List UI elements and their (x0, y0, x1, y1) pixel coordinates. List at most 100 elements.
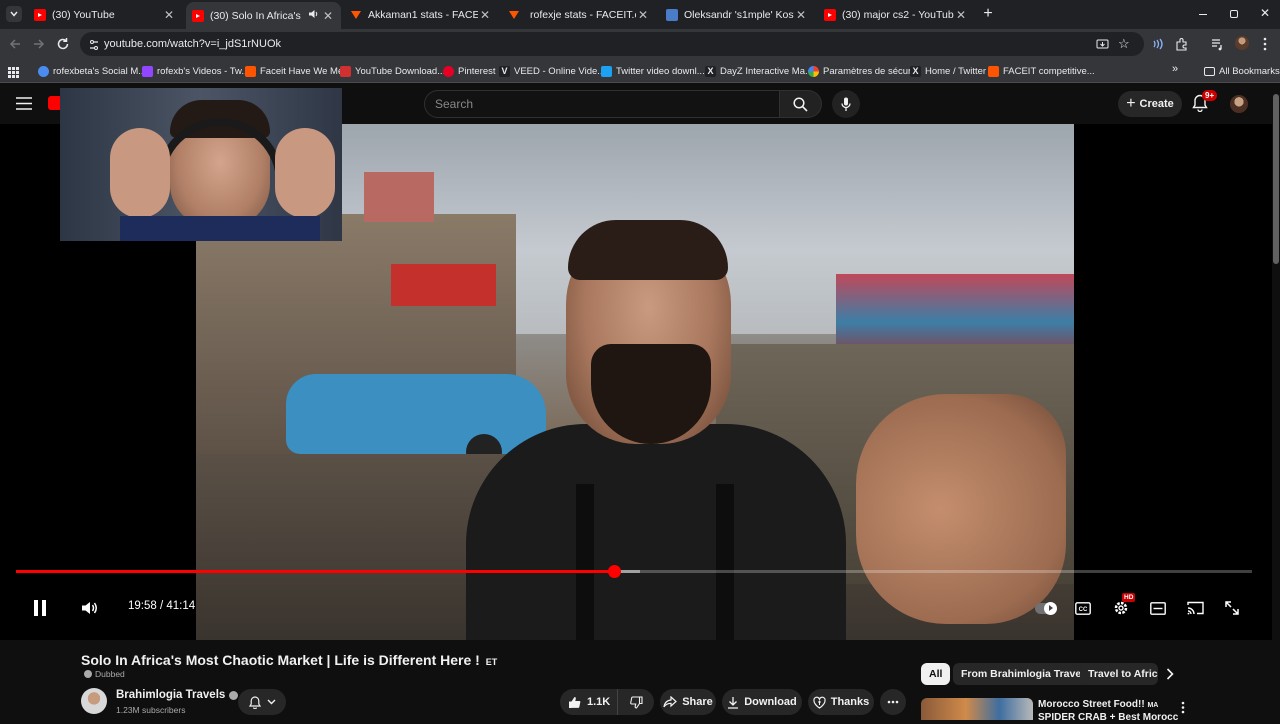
restore-button[interactable] (1227, 8, 1241, 20)
cast-button[interactable] (1185, 596, 1205, 620)
subtitles-button[interactable]: CC (1073, 596, 1093, 620)
twitch-icon (142, 65, 153, 77)
veed-icon: V (499, 65, 510, 77)
settings-button[interactable]: HD (1110, 593, 1136, 620)
channel-name[interactable]: Brahimlogia Travels (116, 689, 239, 701)
close-icon[interactable]: ✕ (636, 8, 650, 22)
extension-icon[interactable] (1151, 37, 1165, 56)
close-window-button[interactable]: ✕ (1258, 6, 1272, 20)
subscribed-notifications-button[interactable] (238, 689, 286, 715)
closed-captions-icon: CC (1075, 601, 1091, 615)
close-icon[interactable]: ✕ (162, 8, 176, 22)
close-icon[interactable]: ✕ (478, 8, 492, 22)
faceit-icon (508, 9, 520, 21)
related-video-thumbnail[interactable] (921, 698, 1033, 720)
new-tab-button[interactable]: + (980, 6, 996, 22)
bookmark-item[interactable]: X Home / Twitter (910, 63, 986, 79)
back-icon[interactable] (8, 37, 22, 56)
chest-strap (576, 484, 594, 640)
related-video-menu-icon[interactable] (1181, 701, 1185, 719)
browser-menu-icon[interactable] (1263, 37, 1267, 56)
bookmark-label: Pinterest (458, 65, 496, 77)
profile-avatar[interactable] (1235, 36, 1249, 50)
notifications-button[interactable]: 9+ (1192, 90, 1218, 114)
share-button[interactable]: Share (660, 689, 716, 715)
close-icon[interactable]: ✕ (794, 8, 808, 22)
channel-avatar[interactable] (81, 688, 107, 714)
video-title: Solo In Africa's Most Chaotic Market | L… (81, 652, 497, 668)
voice-search-button[interactable] (832, 90, 860, 118)
tab-title: Oleksandr 's1mple' Kostyliev's (684, 9, 794, 21)
dislike-button[interactable] (618, 689, 654, 715)
miniplayer-icon (1150, 601, 1166, 615)
bookmark-star-icon[interactable]: ☆ (1118, 36, 1130, 52)
bookmark-item[interactable]: Pinterest (443, 63, 496, 79)
play-pause-button[interactable] (30, 596, 50, 620)
bookmark-item[interactable]: YouTube Download... (340, 63, 445, 79)
apps-grid-icon[interactable] (8, 65, 19, 83)
thumbs-up-icon (569, 696, 581, 708)
site-info-icon[interactable] (88, 38, 100, 56)
minimize-button[interactable] (1196, 8, 1210, 20)
bookmark-item[interactable]: X DayZ Interactive Ma... (705, 63, 813, 79)
folder-icon (1204, 66, 1215, 76)
tab-faceit-akkaman[interactable]: Akkaman1 stats - FACEIT.com ✕ (344, 3, 498, 27)
chip-all[interactable]: All (921, 663, 951, 685)
autoplay-toggle[interactable] (1034, 596, 1058, 620)
tab-major-cs2[interactable]: (30) major cs2 - YouTube ✕ (818, 3, 974, 27)
create-button[interactable]: + Create (1118, 91, 1182, 117)
chips-next-icon[interactable] (1166, 667, 1174, 685)
close-icon[interactable]: ✕ (954, 8, 968, 22)
install-app-icon[interactable] (1096, 38, 1109, 56)
like-button[interactable]: 1.1K (560, 689, 618, 715)
search-button[interactable] (780, 90, 822, 118)
download-label: Download (744, 696, 797, 708)
bookmark-item[interactable]: rofexbeta's Social M... (38, 63, 146, 79)
microphone-icon (841, 97, 851, 111)
all-bookmarks-button[interactable]: All Bookmarks (1204, 63, 1280, 79)
media-controls-icon[interactable] (1210, 37, 1224, 56)
thanks-button[interactable]: Thanks (808, 689, 874, 715)
streamer-hand-left (110, 128, 170, 218)
forward-icon[interactable] (32, 37, 46, 56)
tab-search-icon[interactable] (6, 6, 22, 22)
speaker-icon[interactable] (308, 9, 319, 22)
progress-bar[interactable] (16, 565, 1252, 578)
address-bar[interactable]: youtube.com/watch?v=i_jdS1rNUOk ☆ (80, 32, 1144, 56)
fullscreen-button[interactable] (1222, 596, 1242, 620)
bookmark-label: YouTube Download... (355, 65, 446, 77)
bookmark-item[interactable]: Paramètres de sécur... (808, 63, 919, 79)
bookmark-item[interactable]: FACEIT competitive... (988, 63, 1095, 79)
tab-solo-in-africa[interactable]: (30) Solo In Africa's Most Ch ✕ (186, 2, 341, 29)
related-video-title-text: Morocco Street Food!! (1038, 699, 1145, 710)
chip-from-channel[interactable]: From Brahimlogia Travels (953, 663, 1098, 685)
miniplayer-button[interactable] (1148, 596, 1168, 620)
page-scrollbar[interactable] (1272, 84, 1280, 720)
bookmarks-overflow-icon[interactable]: » (1172, 63, 1178, 75)
tab-youtube[interactable]: (30) YouTube ✕ (28, 3, 182, 27)
faceit-icon (988, 65, 999, 77)
related-video-subtitle: SPIDER CRAB + Best Morocca (1038, 712, 1178, 723)
account-avatar[interactable] (1230, 95, 1248, 113)
tab-faceit-rofexje[interactable]: rofexje stats - FACEIT.com ✕ (502, 3, 656, 27)
more-actions-button[interactable] (880, 689, 906, 715)
bookmark-item[interactable]: rofexb's Videos - Tw... (142, 63, 249, 79)
chip-travel-to-africa[interactable]: Travel to Africa (1080, 663, 1158, 685)
tab-s1mple[interactable]: Oleksandr 's1mple' Kostyliev's ✕ (660, 3, 814, 27)
volume-button[interactable] (80, 596, 100, 620)
search-input[interactable]: Search (424, 90, 780, 118)
related-video-title[interactable]: Morocco Street Food!! MA SPIDER CRAB + B… (1038, 699, 1178, 724)
subscriber-count: 1.23M subscribers (116, 705, 186, 715)
extensions-puzzle-icon[interactable] (1175, 37, 1189, 56)
close-icon[interactable]: ✕ (321, 9, 335, 23)
bookmark-item[interactable]: V VEED - Online Vide... (499, 63, 605, 79)
bookmark-item[interactable]: Twitter video downl... (601, 63, 705, 79)
bookmark-item[interactable]: Faceit Have We Met (245, 63, 346, 79)
hamburger-menu-icon[interactable] (16, 97, 32, 115)
share-icon (663, 696, 678, 708)
scrollbar-thumb[interactable] (1273, 94, 1279, 264)
svg-text:CC: CC (1079, 607, 1088, 613)
download-button[interactable]: Download (722, 689, 802, 715)
reload-icon[interactable] (56, 37, 70, 56)
youtube-icon (824, 9, 836, 21)
